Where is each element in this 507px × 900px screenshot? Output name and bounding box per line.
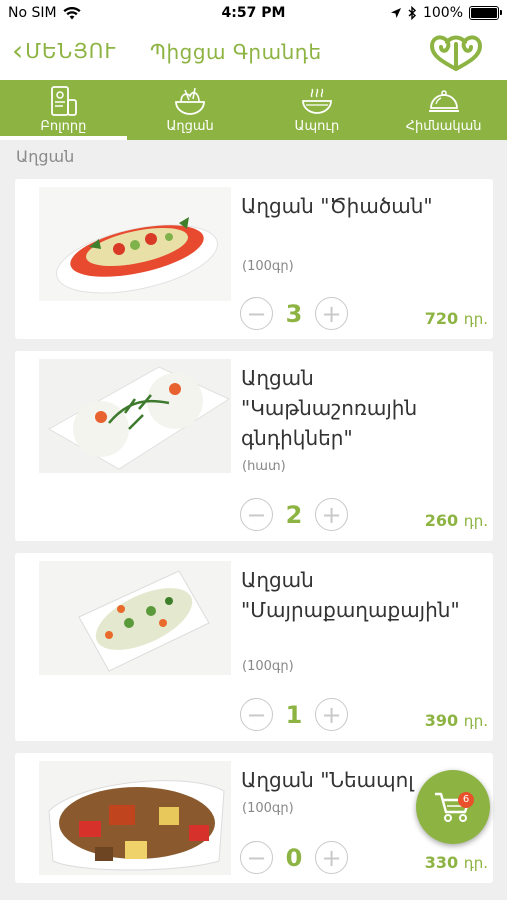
decrease-button[interactable]: − [240, 498, 273, 531]
tab-salad[interactable]: Աղցան [127, 80, 254, 140]
dish-photo [39, 561, 231, 675]
page-title: Պիցցա Գրանդե [150, 40, 322, 64]
dish-name: Աղցան "Ծիածան" [241, 194, 433, 218]
salad-bowl-icon [175, 87, 206, 115]
quantity-stepper: − 1 + [240, 698, 348, 731]
dish-unit: (100գր) [242, 801, 294, 816]
dish-name: Աղցան "Կաթնաշոռային գնդիկներ" [241, 366, 418, 450]
price-currency: դր. [463, 512, 488, 530]
tab-label: Բոլորը [40, 119, 87, 134]
dish-price: 390 դր. [425, 711, 488, 730]
price-currency: դր. [463, 712, 488, 730]
price-currency: դր. [463, 310, 488, 328]
back-label: ՄԵՆՅՈՒ [25, 39, 117, 63]
quantity-value: 3 [285, 299, 303, 328]
increase-button[interactable]: + [315, 297, 348, 330]
bluetooth-icon [408, 6, 416, 20]
brand-logo-icon[interactable] [427, 34, 485, 74]
tab-label: Ապուր [294, 119, 340, 134]
cart-count-badge: 6 [458, 792, 474, 808]
quantity-stepper: − 2 + [240, 498, 348, 531]
dish-photo [39, 761, 231, 875]
quantity-stepper: − 0 + [240, 841, 348, 874]
chevron-left-icon: ‹ [12, 34, 24, 67]
dish-name: Աղցան "Մայրաքաղաքային" [241, 568, 460, 622]
dish-price: 260 դր. [425, 511, 488, 530]
dish-price: 720 դր. [425, 309, 488, 328]
price-value: 330 [424, 853, 459, 872]
tab-all[interactable]: Բոլորը [0, 80, 127, 140]
price-currency: դր. [463, 854, 488, 872]
quantity-stepper: − 3 + [240, 297, 348, 330]
price-value: 390 [424, 711, 459, 730]
decrease-button[interactable]: − [240, 841, 273, 874]
quantity-value: 0 [285, 843, 303, 872]
tab-label: Հիմնական [405, 119, 482, 134]
menu-item-card[interactable]: Աղցան "Մայրաքաղաքային" (100գր) − 1 + 390… [15, 553, 493, 741]
menu-item-card[interactable]: Աղցան "Ծիածան" (100գր) − 3 + 720 դր. [15, 179, 493, 339]
cart-button[interactable]: 6 [416, 770, 490, 844]
back-button[interactable]: ‹ ՄԵՆՅՈՒ [12, 36, 116, 66]
decrease-button[interactable]: − [240, 698, 273, 731]
dish-photo [39, 359, 231, 473]
dish-unit: (հատ) [242, 459, 286, 474]
all-items-icon [51, 86, 78, 116]
location-arrow-icon [390, 8, 401, 18]
increase-button[interactable]: + [315, 498, 348, 531]
cloche-icon [428, 90, 459, 112]
tab-soup[interactable]: Ապուր [254, 80, 381, 140]
price-value: 260 [424, 511, 459, 530]
quantity-value: 1 [285, 700, 303, 729]
tab-label: Աղցան [166, 119, 214, 134]
dish-unit: (100գր) [242, 659, 294, 674]
quantity-value: 2 [285, 500, 303, 529]
battery-icon [469, 6, 502, 20]
section-title: Աղցան [16, 147, 75, 166]
battery-percent: 100% [422, 5, 463, 21]
dish-photo [39, 187, 231, 301]
dish-price: 330 դր. [425, 853, 488, 872]
menu-item-card[interactable]: Աղցան "Կաթնաշոռային գնդիկներ" (հատ) − 2 … [15, 351, 493, 541]
dish-unit: (100գր) [242, 259, 294, 274]
soup-bowl-icon [301, 88, 332, 114]
increase-button[interactable]: + [315, 841, 348, 874]
app-header: ‹ ՄԵՆՅՈՒ Պիցցա Գրանդե [0, 28, 507, 80]
status-bar: No SIM 4:57 PM 100% [0, 0, 507, 28]
tab-main[interactable]: Հիմնական [380, 80, 507, 140]
increase-button[interactable]: + [315, 698, 348, 731]
price-value: 720 [424, 309, 459, 328]
decrease-button[interactable]: − [240, 297, 273, 330]
category-tabs: Բոլորը Աղցան Ապուր Հիմնական [0, 80, 507, 140]
